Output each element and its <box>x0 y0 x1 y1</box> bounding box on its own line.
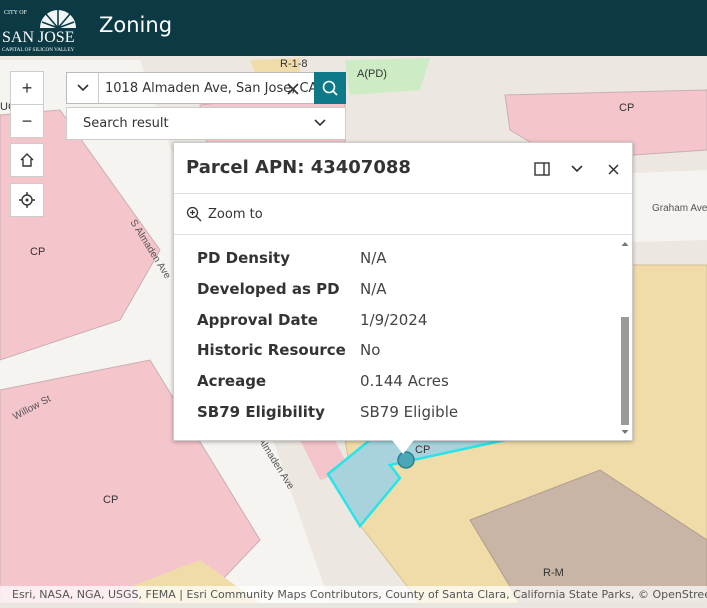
locate-button[interactable] <box>10 183 44 217</box>
scroll-up-icon[interactable] <box>620 239 630 249</box>
attribute-key: Historic Resource <box>197 341 346 359</box>
app-title: Zoning <box>99 13 173 37</box>
home-button[interactable] <box>10 143 44 177</box>
attribute-value: No <box>360 341 381 359</box>
chevron-down-icon <box>76 84 89 92</box>
attribute-row: Acreage 0.144 Acres <box>197 372 617 394</box>
street-label: Graham Ave <box>652 203 707 214</box>
zone-label: R-1-8 <box>280 58 308 70</box>
attribute-key: Developed as PD <box>197 280 340 298</box>
zoom-to-action[interactable]: Zoom to <box>186 203 263 225</box>
attribute-row: SB79 Eligibility SB79 Eligible <box>197 403 617 425</box>
parcel-popup: Parcel APN: 43407088 Zoom to PD Density … <box>173 142 633 441</box>
locate-icon <box>19 192 35 208</box>
search-button[interactable] <box>314 72 346 104</box>
attribute-row: Developed as PD N/A <box>197 280 617 302</box>
scrollbar-thumb[interactable] <box>621 317 629 425</box>
search-widget <box>66 72 346 104</box>
logo-line3: CAPITAL OF SILICON VALLEY <box>2 47 75 53</box>
zoom-in-button[interactable]: + <box>10 71 44 105</box>
zoom-in-icon <box>186 206 202 222</box>
attribute-value: N/A <box>360 280 387 298</box>
divider <box>174 193 632 194</box>
zone-label: CP <box>619 102 634 114</box>
close-popup-button[interactable] <box>601 157 625 181</box>
zoom-to-label: Zoom to <box>208 206 263 222</box>
popup-title: Parcel APN: 43407088 <box>186 157 411 178</box>
app-header: CITY OF SAN JOSE CAPITAL OF SILICON VALL… <box>0 0 707 56</box>
zone-label: CP <box>30 246 45 258</box>
attribute-key: PD Density <box>197 249 290 267</box>
zone-label: CP <box>103 494 118 506</box>
scroll-down-icon[interactable] <box>620 427 630 437</box>
dock-button[interactable] <box>530 157 554 181</box>
attribute-row: Historic Resource No <box>197 341 617 363</box>
search-clear-button[interactable] <box>283 79 303 99</box>
attribute-value: 0.144 Acres <box>360 372 449 390</box>
zoom-out-button[interactable]: − <box>10 104 44 138</box>
popup-pointer <box>392 440 414 454</box>
chevron-down-icon <box>314 119 326 127</box>
search-icon <box>322 80 338 96</box>
attribute-value: SB79 Eligible <box>360 403 459 421</box>
close-icon <box>607 163 619 175</box>
attribute-key: Acreage <box>197 372 267 390</box>
close-icon <box>287 83 299 95</box>
city-logo-graphic: CITY OF SAN JOSE CAPITAL OF SILICON VALL… <box>2 10 76 53</box>
dock-icon <box>534 162 550 176</box>
home-icon <box>20 153 34 167</box>
parcel-marker[interactable] <box>397 451 415 469</box>
collapse-button[interactable] <box>565 157 589 181</box>
logo-line1: CITY OF <box>4 10 28 16</box>
attribute-key: Approval Date <box>197 311 318 329</box>
attribute-value: N/A <box>360 249 387 267</box>
attribute-value: 1/9/2024 <box>360 311 428 329</box>
city-logo[interactable]: CITY OF SAN JOSE CAPITAL OF SILICON VALL… <box>0 0 90 56</box>
search-result-panel[interactable]: Search result <box>66 107 346 140</box>
divider <box>174 234 632 235</box>
attribute-row: Approval Date 1/9/2024 <box>197 311 617 333</box>
map-attribution: Esri, NASA, NGA, USGS, FEMA | Esri Commu… <box>0 586 707 603</box>
attribute-key: SB79 Eligibility <box>197 403 325 421</box>
zone-label: A(PD) <box>357 68 387 80</box>
attribute-row: PD Density N/A <box>197 249 617 271</box>
zone-label: R-M <box>543 567 564 579</box>
logo-line2: SAN JOSE <box>2 29 74 46</box>
search-result-label: Search result <box>83 116 169 131</box>
chevron-down-icon <box>571 165 583 173</box>
search-source-dropdown[interactable] <box>67 73 99 103</box>
popup-scrollbar[interactable] <box>620 239 630 439</box>
zone-label: CP <box>415 444 430 456</box>
